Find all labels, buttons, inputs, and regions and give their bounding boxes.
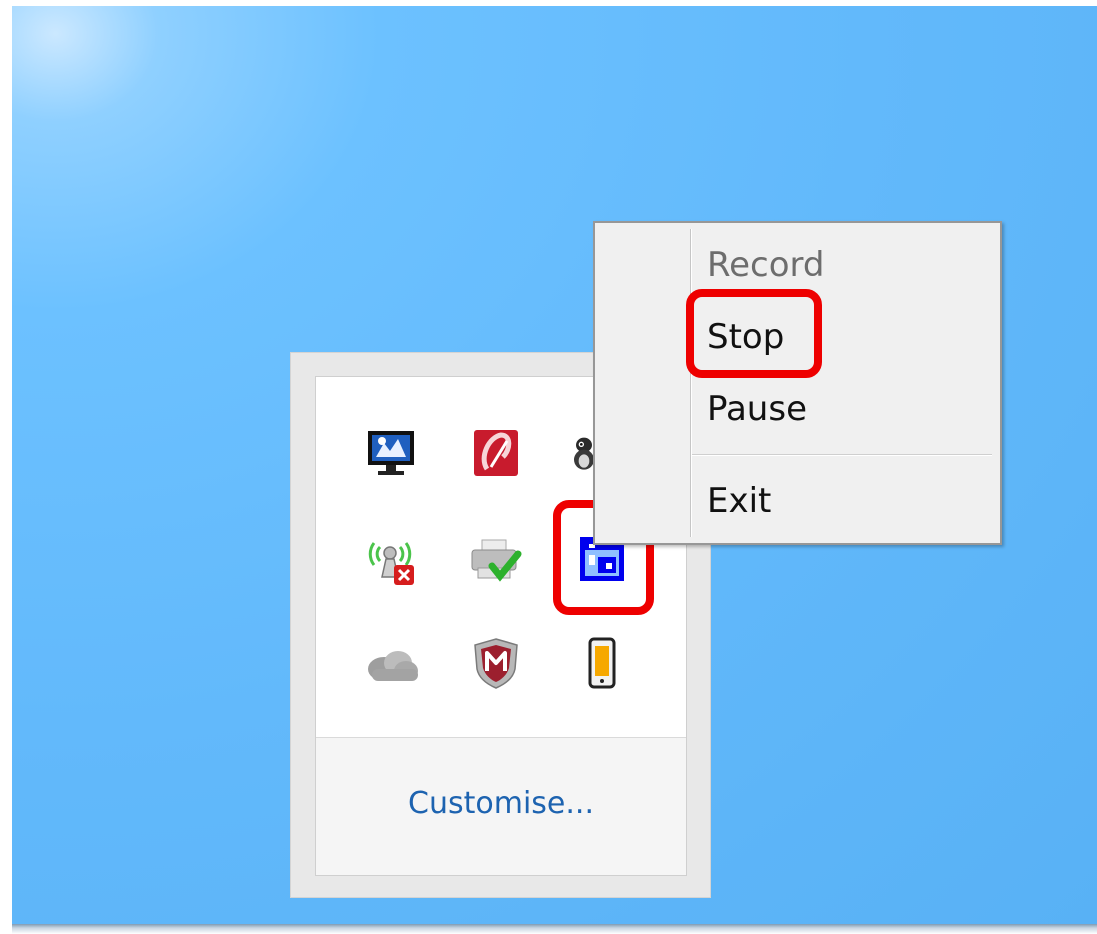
wireless-disconnected-icon[interactable] (362, 529, 422, 589)
phone-battery-icon[interactable] (572, 633, 632, 693)
taskbar-edge (12, 924, 1097, 934)
menu-item-pause[interactable]: Pause (707, 389, 807, 429)
context-menu: Record Stop Pause Exit (593, 221, 1002, 545)
menu-separator (692, 454, 992, 455)
security-shield-icon[interactable] (466, 633, 526, 693)
customise-link[interactable]: Customise... (408, 786, 594, 821)
red-app-icon[interactable] (466, 423, 526, 483)
printer-ok-icon[interactable] (466, 529, 526, 589)
menu-item-stop[interactable]: Stop (707, 317, 784, 357)
tray-footer: Customise... (316, 737, 686, 875)
menu-item-record: Record (707, 245, 825, 285)
cloud-storage-icon[interactable] (362, 633, 422, 693)
network-monitor-icon[interactable] (362, 423, 422, 483)
menu-gutter-divider (690, 229, 691, 537)
menu-item-exit[interactable]: Exit (707, 481, 771, 521)
